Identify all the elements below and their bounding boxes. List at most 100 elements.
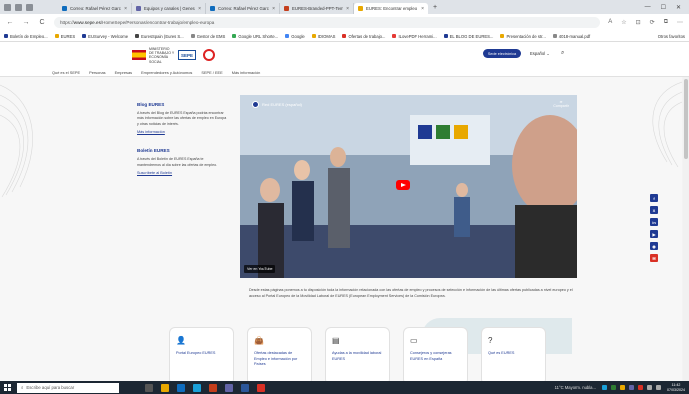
tray-app-icon[interactable] [611,385,616,390]
back-button[interactable]: ← [6,19,14,26]
tray-app-icon[interactable] [602,385,607,390]
sede-electronica-button[interactable]: Sede electrónica [483,49,521,58]
quick-links: 👤 Portal Europeo EURES 👜 Ofertas destacadas… [169,327,546,381]
nav-empresas[interactable]: Empresas [115,70,133,75]
nav-mas-informacion[interactable]: Más información [232,70,261,75]
x-icon[interactable]: X [650,206,658,214]
browser-tab[interactable]: Equipos y canales | General | Mi× [132,3,206,14]
weather-widget[interactable]: 11°C Mayorm. nubla... [555,385,596,390]
browser-tab[interactable]: EURES-Branded-PPT-Template-E× [280,3,354,14]
teams-icon[interactable] [225,383,233,392]
close-tab-icon[interactable]: × [124,6,127,12]
quick-link-card[interactable]: ▭ Consejeros y consejeras EURES en España [403,327,468,381]
bookmark-item[interactable]: EuresSpain (Eures S... [135,34,184,39]
quick-link-card[interactable]: ? Qué es EURES [481,327,546,381]
tab-actions-icon[interactable] [26,3,33,11]
bookmark-item[interactable]: EURES [54,34,75,39]
boletin-link[interactable]: Suscríbete al Boletín [137,171,227,175]
tray-app-icon[interactable] [629,385,634,390]
bookmark-item[interactable]: EUSurvey - Welcome [82,34,128,39]
close-window-button[interactable]: ✕ [676,4,681,11]
share-button[interactable]: ➦ Compartir [553,100,569,108]
bookmark-favicon-icon [82,34,87,38]
nav-sepe-eee[interactable]: SEPE / EEE [201,70,222,75]
browser-tab[interactable]: Correo: Rafael Pérez García - Ou× [206,3,280,14]
search-icon[interactable]: ⌕ [561,50,564,57]
close-tab-icon[interactable]: × [198,6,201,12]
page-scrollbar[interactable] [683,77,689,381]
youtube-video-player[interactable]: Red EURES (español) ➦ Compartir Ver en Y… [240,95,577,278]
quick-link-card[interactable]: 👤 Portal Europeo EURES [169,327,234,381]
close-tab-icon[interactable]: × [346,6,349,12]
info-column: Blog EURES A través del Blog de EURES Es… [137,102,227,189]
watch-on-youtube-button[interactable]: Ver en YouTube [244,265,276,273]
bookmark-item[interactable]: EL BLOG DE EURES... [443,34,493,39]
split-screen-icon[interactable]: ⊡ [636,19,641,26]
outlook-icon[interactable] [177,383,185,392]
bookmark-item[interactable]: 4018-manual.pdf [552,33,591,39]
tray-app-icon[interactable] [638,385,643,390]
bookmark-item[interactable]: Google [285,34,305,39]
language-select[interactable]: Español ⌄ [530,51,550,56]
blog-link[interactable]: Más información [137,130,227,134]
taskbar-clock[interactable]: 11:42 07/03/2024 [667,383,685,392]
nav-que-es-sepe[interactable]: Qué es el SEPE [52,70,80,75]
youtube-icon[interactable]: ▶ [650,230,658,238]
reload-button[interactable]: C [38,19,46,26]
facebook-icon[interactable]: f [650,194,658,202]
volume-icon[interactable] [656,385,661,390]
ministry-logo[interactable]: MINISTERIO DE TRABAJO Y ECONOMÍA SOCIAL … [132,47,215,64]
linkedin-icon[interactable]: in [650,218,658,226]
collections-icon[interactable]: ⧉ [664,19,668,26]
word-icon[interactable] [241,383,249,392]
bookmark-item[interactable]: Gestor de EMS [190,34,225,39]
profile-icon[interactable] [4,3,11,11]
read-aloud-icon[interactable]: A [608,19,612,26]
task-view-icon[interactable] [145,383,153,392]
window-controls: — ☐ ✕ [645,4,689,11]
more-menu-icon[interactable]: ⋯ [677,19,683,26]
new-tab-button[interactable]: + [428,4,442,11]
nav-personas[interactable]: Personas [89,70,105,75]
taskbar-search[interactable]: ⌕ Escribe aquí para buscar [17,382,119,393]
other-bookmarks[interactable]: Otros favoritos [658,34,685,39]
chrome-icon[interactable] [257,383,265,392]
file-explorer-icon[interactable] [161,383,169,392]
workspaces-icon[interactable] [15,3,22,11]
taskbar-apps [145,383,265,392]
bookmark-favicon-icon [4,34,8,38]
url-input[interactable]: https://www.sepe.es/HomeSepe/Personas/en… [54,17,601,28]
edge-icon[interactable] [193,383,201,392]
video-title[interactable]: Red EURES (español) [252,101,302,108]
refresh-extension-icon[interactable]: ⟳ [650,19,655,26]
browser-tab-strip: Correo: Rafael Pérez García - Ou×Equipos… [0,0,689,14]
bookmark-item[interactable]: IDIOMAS [311,34,335,39]
bookmark-item[interactable]: ILovePDF Herrami... [392,34,437,39]
nav-emprendedores[interactable]: Emprendedores y Autónomos [141,70,192,75]
rss-icon[interactable]: ◉ [650,242,658,250]
close-tab-icon[interactable]: × [421,6,424,12]
maximize-button[interactable]: ☐ [661,4,666,11]
tray-app-icon[interactable] [620,385,625,390]
bookmark-item[interactable]: Boletín de Empleo... [4,34,48,39]
play-icon[interactable] [396,180,410,190]
browser-tab[interactable]: Correo: Rafael Pérez García - Ou× [58,3,132,14]
bookmark-label: 4018-manual.pdf [558,33,591,39]
minimize-button[interactable]: — [645,4,651,11]
windows-start-icon[interactable] [4,384,11,391]
bookmark-item[interactable]: Google URL Shorte... [232,34,278,39]
scrollbar-thumb[interactable] [684,79,688,159]
tab-label: Equipos y canales | General | Mi [144,6,195,11]
browser-tab[interactable]: EURES: Encontrar empleo en Eur× [354,3,428,14]
bookmark-item[interactable]: Ofertas de trabajo... [342,34,385,39]
tab-label: EURES: Encontrar empleo en Eur [366,6,418,11]
wifi-icon[interactable] [647,385,652,390]
bookmark-item[interactable]: Presentación de str... [500,34,546,39]
close-tab-icon[interactable]: × [272,6,275,12]
favorite-star-icon[interactable]: ☆ [621,19,626,26]
subscribe-icon[interactable]: ✉ [650,254,658,262]
quick-link-card[interactable]: 👜 Ofertas destacadas de Empleo e informac… [247,327,312,381]
powerpoint-icon[interactable] [209,383,217,392]
quick-link-card[interactable]: ▤ Ayudas a la movilidad laboral EURES [325,327,390,381]
forward-button[interactable]: → [22,19,30,26]
